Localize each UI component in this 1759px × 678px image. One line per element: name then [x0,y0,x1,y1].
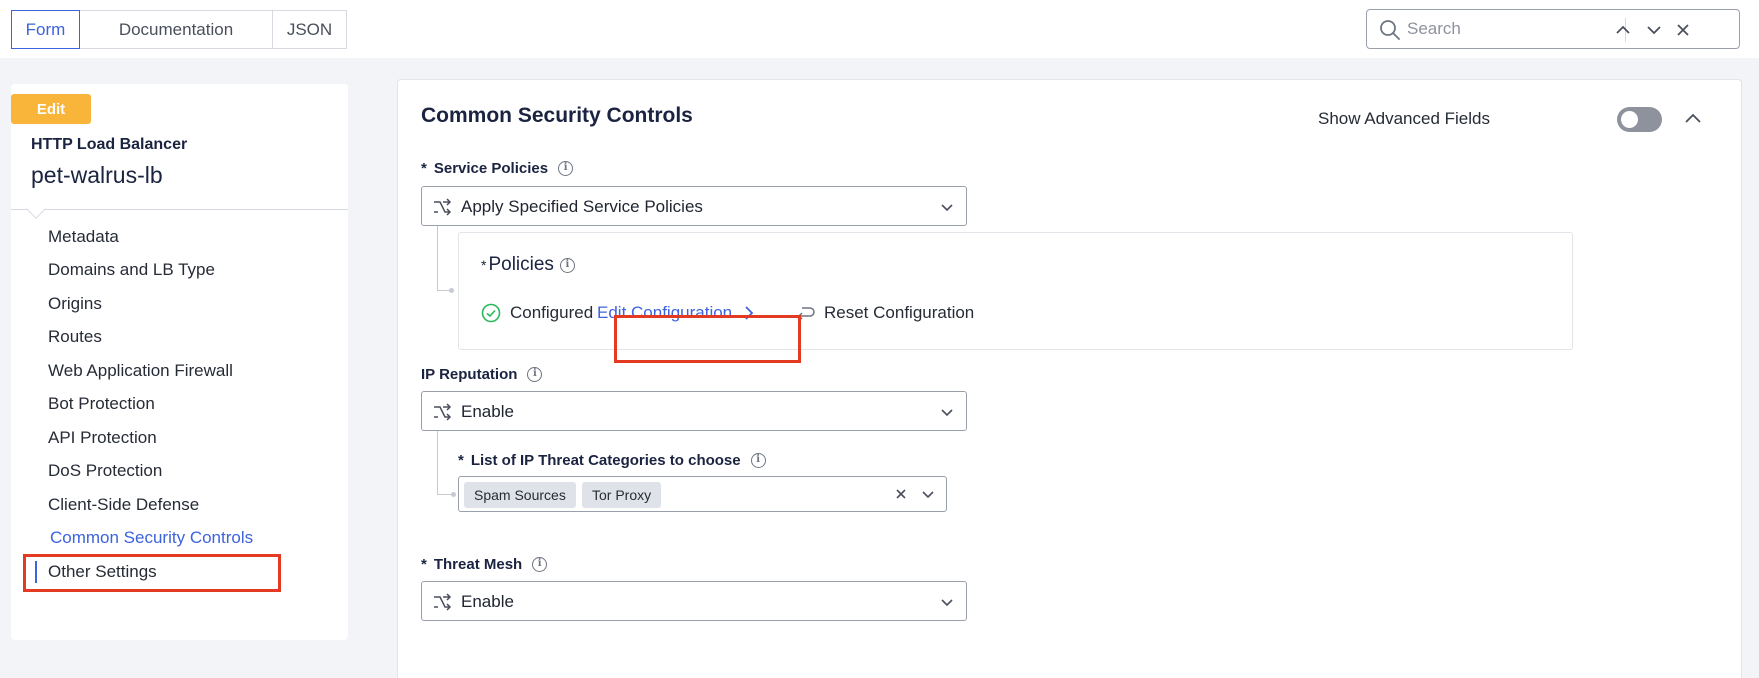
threat-categories-multiselect[interactable]: Spam Sources Tor Proxy [458,476,947,512]
chevron-down-icon [941,409,953,417]
threat-categories-label-text: List of IP Threat Categories to choose [470,452,741,469]
selected-chip[interactable]: Spam Sources [464,482,576,508]
choice-switch-icon [434,198,452,216]
info-icon[interactable]: i [750,453,766,468]
tab-documentation[interactable]: Documentation [79,10,273,49]
choice-switch-icon [434,403,452,421]
info-icon[interactable]: i [532,557,548,572]
required-marker: * [481,257,487,273]
search-icon [1380,20,1400,40]
sidebar-divider [11,209,348,210]
sidebar-item-common-security-controls[interactable]: Common Security Controls [50,528,253,548]
required-marker: * [421,160,427,177]
sidebar-panel: Edit HTTP Load Balancer pet-walrus-lb Me… [11,84,348,640]
tree-connector-dot [449,288,454,293]
close-icon [1677,24,1689,36]
show-advanced-label: Show Advanced Fields [1318,109,1490,128]
tab-form[interactable]: Form [11,10,80,49]
service-policies-value: Apply Specified Service Policies [461,197,703,216]
chevron-down-icon [1647,26,1661,35]
toggle-knob [1621,111,1638,128]
choice-switch-icon [434,593,452,611]
edit-badge: Edit [11,94,91,124]
info-icon[interactable]: i [558,161,574,176]
required-marker: * [421,556,427,573]
threat-mesh-value: Enable [461,592,514,611]
view-tabs: Form Documentation JSON [11,10,347,49]
reset-configuration-button[interactable]: Reset Configuration [796,303,974,323]
configured-status: Configured [481,303,593,323]
tab-json[interactable]: JSON [272,10,347,49]
sidebar-item-other-settings[interactable]: Other Settings [48,562,157,582]
clear-icon[interactable] [893,486,909,502]
previous-match-button[interactable] [1612,19,1634,41]
chevron-right-icon [745,306,754,320]
selected-chip[interactable]: Tor Proxy [582,482,662,508]
active-item-indicator [35,561,37,583]
tree-connector [437,431,453,495]
threat-mesh-label: * Threat Mesh i [421,556,548,573]
chevron-down-icon [941,599,953,607]
sidebar-item-bot-protection[interactable]: Bot Protection [48,394,155,414]
ip-reputation-select[interactable]: Enable [421,391,967,431]
configured-status-text: Configured [510,303,594,322]
undo-icon [797,307,815,320]
search-input[interactable] [1407,16,1587,42]
top-toolbar: Form Documentation JSON [0,0,1759,58]
sidebar-item-api-protection[interactable]: API Protection [48,428,157,448]
info-icon[interactable]: i [527,367,543,382]
object-name: pet-walrus-lb [31,162,163,188]
sidebar-item-dos-protection[interactable]: DoS Protection [48,461,162,481]
chevron-up-icon[interactable] [1682,108,1704,130]
sidebar-item-metadata[interactable]: Metadata [48,227,119,247]
divider-caret [26,199,46,219]
section-title: Common Security Controls [421,104,693,127]
show-advanced-toggle[interactable] [1617,107,1662,132]
service-policies-select[interactable]: Apply Specified Service Policies [421,186,967,226]
edit-configuration-text: Edit Configuration [597,303,733,322]
info-icon[interactable]: i [559,257,575,273]
sidebar-item-client-side-defense[interactable]: Client-Side Defense [48,495,199,515]
check-circle-icon [481,303,501,323]
policies-box: * Policies i Configured Edit Configurati… [458,232,1573,350]
policies-title: * Policies i [481,254,575,276]
next-match-button[interactable] [1643,19,1665,41]
threat-mesh-select[interactable]: Enable [421,581,967,621]
close-search-button[interactable] [1672,19,1694,41]
service-policies-label-text: Service Policies [433,160,549,177]
chevron-down-icon [941,204,953,212]
ip-reputation-label-text: IP Reputation [421,366,518,383]
sidebar-item-routes[interactable]: Routes [48,327,102,347]
required-marker: * [458,452,464,469]
policies-title-text: Policies [488,254,554,275]
ip-reputation-value: Enable [461,402,514,421]
sidebar-item-origins[interactable]: Origins [48,294,102,314]
threat-categories-label: * List of IP Threat Categories to choose… [458,452,766,469]
search-box [1366,9,1740,49]
threat-mesh-label-text: Threat Mesh [433,556,523,573]
service-policies-label: * Service Policies i [421,160,574,177]
chevron-down-icon[interactable] [920,486,936,502]
section-card: Common Security Controls Show Advanced F… [397,79,1742,678]
ip-reputation-label: IP Reputation i [421,366,543,383]
sidebar-item-web-application-firewall[interactable]: Web Application Firewall [48,361,233,381]
tree-connector [437,226,451,291]
edit-configuration-link[interactable]: Edit Configuration [597,303,755,323]
sidebar-item-domains-and-lb-type[interactable]: Domains and LB Type [48,260,215,280]
tree-connector-dot [451,492,456,497]
chevron-up-icon [1616,25,1630,34]
reset-configuration-text: Reset Configuration [824,303,975,322]
object-type-label: HTTP Load Balancer [31,136,188,153]
